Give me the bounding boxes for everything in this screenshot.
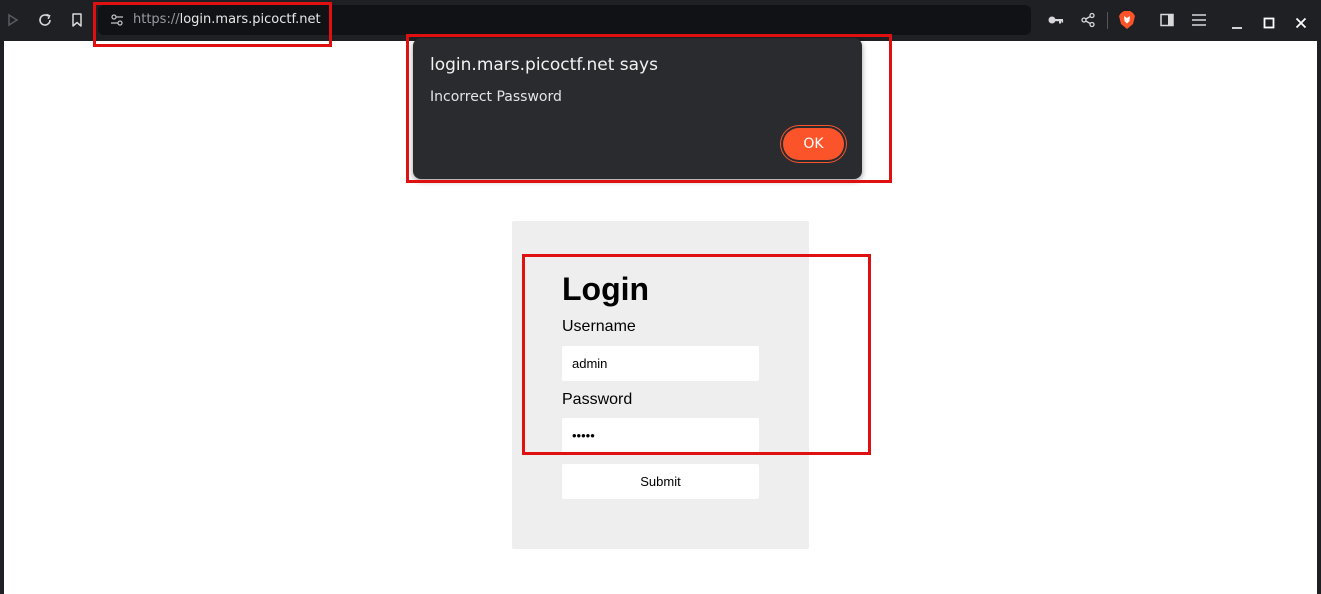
- share-icon[interactable]: [1078, 10, 1098, 30]
- menu-icon[interactable]: [1189, 10, 1209, 30]
- play-icon[interactable]: [3, 10, 23, 30]
- toolbar-divider: [1107, 12, 1108, 29]
- url-text[interactable]: https://login.mars.picoctf.net: [133, 12, 321, 27]
- bookmark-icon[interactable]: [67, 10, 87, 30]
- reload-icon[interactable]: [35, 10, 55, 30]
- password-label: Password: [562, 391, 633, 408]
- site-info-icon[interactable]: [110, 13, 124, 32]
- submit-button[interactable]: Submit: [562, 464, 759, 499]
- close-icon[interactable]: [1291, 13, 1311, 33]
- dialog-title: login.mars.picoctf.net says: [430, 55, 658, 75]
- url-scheme: https://: [133, 12, 180, 27]
- minimize-icon[interactable]: [1227, 14, 1247, 34]
- login-title: Login: [562, 271, 650, 307]
- username-input[interactable]: admin: [562, 346, 759, 381]
- key-icon[interactable]: [1046, 10, 1066, 30]
- password-input[interactable]: •••••: [562, 418, 759, 453]
- brave-shield-icon[interactable]: [1117, 10, 1137, 30]
- login-card: Login Username admin Password ••••• Subm…: [512, 221, 809, 549]
- browser-toolbar: https://login.mars.picoctf.net: [0, 0, 1321, 41]
- username-label: Username: [562, 318, 636, 335]
- dialog-message: Incorrect Password: [430, 89, 562, 105]
- maximize-icon[interactable]: [1259, 13, 1279, 33]
- url-host: login.mars.picoctf.net: [179, 12, 321, 27]
- sidebar-icon[interactable]: [1157, 10, 1177, 30]
- alert-dialog: login.mars.picoctf.net says Incorrect Pa…: [413, 38, 862, 179]
- address-bar[interactable]: https://login.mars.picoctf.net: [98, 5, 1031, 35]
- ok-button[interactable]: OK: [783, 128, 844, 160]
